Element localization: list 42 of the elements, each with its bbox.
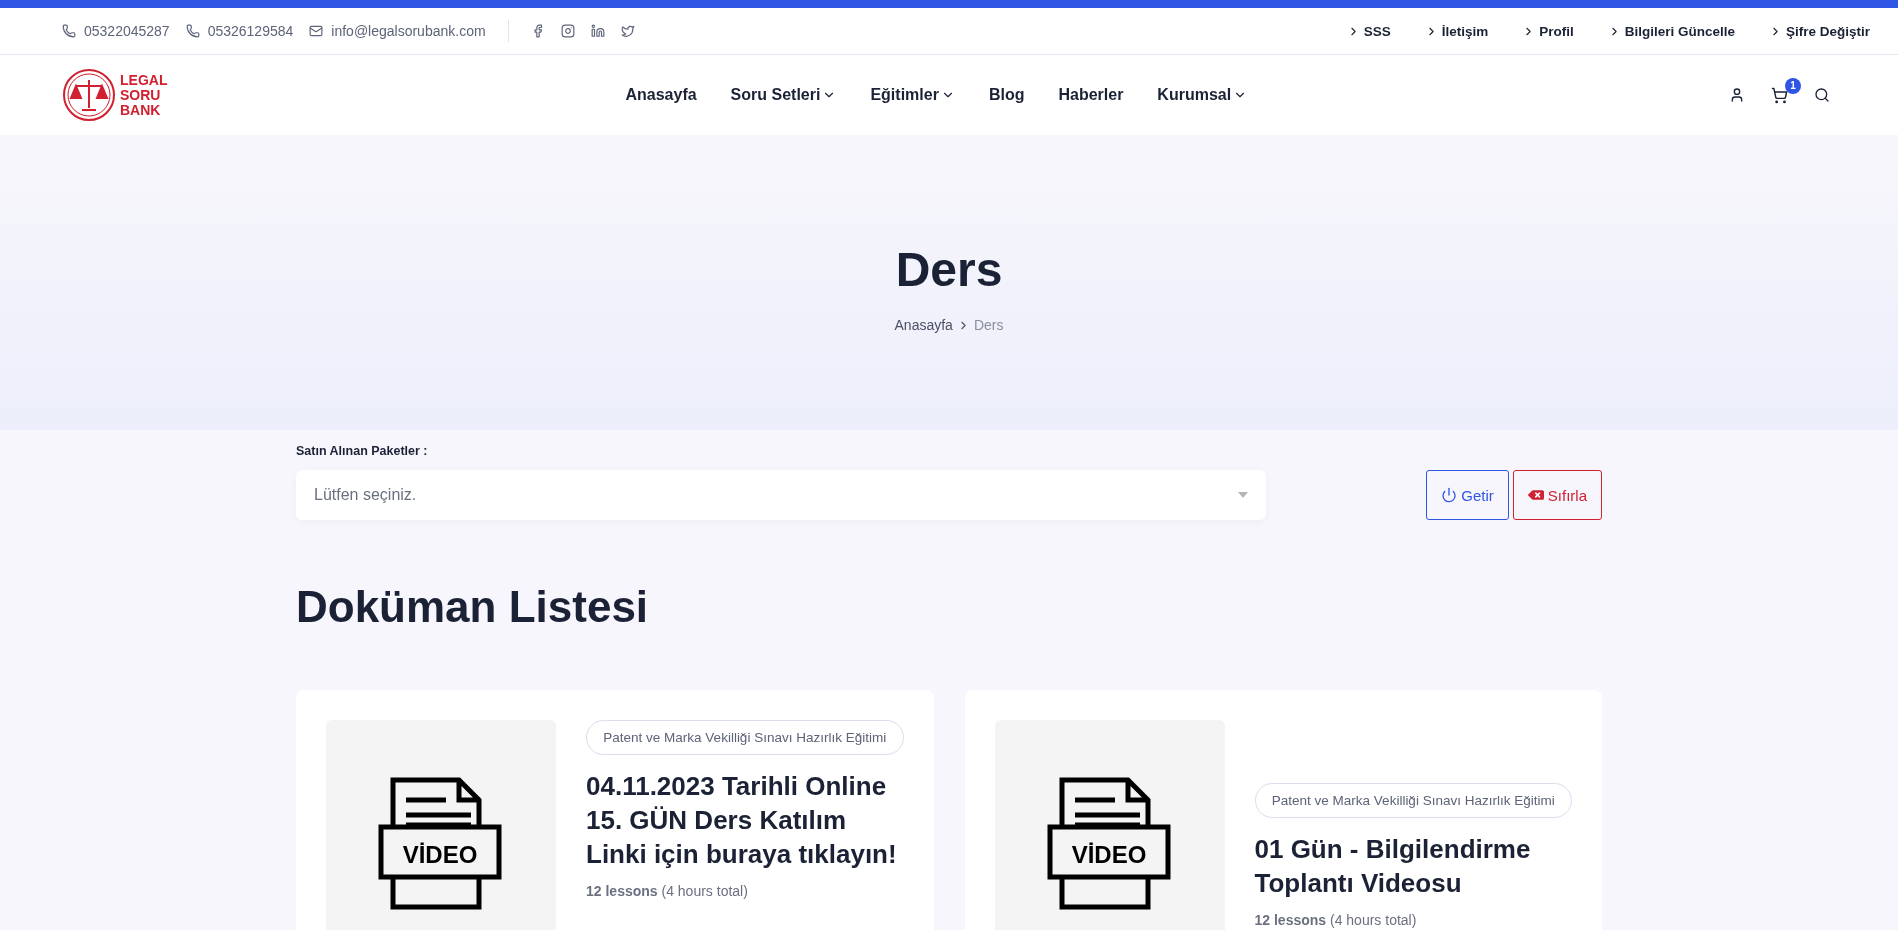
section-title: Doküman Listesi (296, 582, 650, 632)
page-title: Ders (895, 242, 1003, 297)
scales-logo-icon (62, 68, 116, 122)
contact-info: 05322045287 (62, 23, 170, 39)
lesson-info: 12 lessons (4 hours total) (1254, 911, 1418, 928)
contact-info: 05326129584 (185, 23, 294, 39)
twitter-icon[interactable] (620, 24, 635, 38)
nav-link[interactable]: Anasayfa (625, 86, 697, 104)
fetch-button[interactable]: Getir (1426, 470, 1509, 520)
top-link[interactable]: SSS (1346, 23, 1391, 39)
nav-link[interactable]: Kurumsal (1157, 86, 1248, 104)
document-title-link[interactable]: 04.11.2023 Tarihli Online 15. GÜN Ders Katılım Linki için buraya tıklayın! (586, 769, 904, 871)
top-link[interactable]: İletişim (1424, 23, 1489, 39)
phone-icon (62, 24, 76, 38)
caret-icon (1238, 492, 1248, 498)
reset-button[interactable]: Sıfırla (1512, 470, 1602, 520)
cart-count-badge: 1 (1785, 77, 1801, 94)
contact-info: info@legalsorubank.com (309, 23, 486, 39)
instagram-icon[interactable] (560, 24, 575, 38)
search-icon[interactable] (1814, 87, 1830, 103)
breadcrumb-link[interactable]: Anasayfa (894, 317, 953, 333)
top-link[interactable]: Bilgileri Güncelle (1607, 23, 1735, 39)
nav-link[interactable]: Soru Setleri (730, 86, 837, 104)
package-select[interactable]: Lütfen seçiniz. (296, 470, 1266, 520)
user-icon[interactable] (1729, 87, 1745, 103)
nav-link[interactable]: Haberler (1058, 86, 1124, 104)
power-icon (1441, 487, 1458, 503)
nav-link[interactable]: Eğitimler (870, 86, 955, 104)
field-label: Satın Alınan Paketler : (296, 444, 429, 458)
video-label: VİDEO (402, 841, 478, 868)
lesson-info: 12 lessons (4 hours total) (586, 883, 749, 899)
document-title-link[interactable]: 01 Gün - Bilgilendirme Toplantı Videosu (1254, 831, 1572, 900)
phone-icon (185, 24, 200, 38)
backspace-icon (1527, 487, 1544, 503)
linkedin-icon[interactable] (590, 24, 605, 38)
mail-icon (309, 24, 324, 38)
video-label: VİDEO (1071, 841, 1146, 868)
top-link[interactable]: Profil (1522, 23, 1574, 39)
logo-text: LEGAL SORU BANK (120, 72, 168, 118)
top-link[interactable]: Şifre Değiştir (1768, 23, 1870, 39)
nav-link[interactable]: Blog (988, 86, 1025, 104)
cart-icon[interactable] (1771, 86, 1788, 104)
